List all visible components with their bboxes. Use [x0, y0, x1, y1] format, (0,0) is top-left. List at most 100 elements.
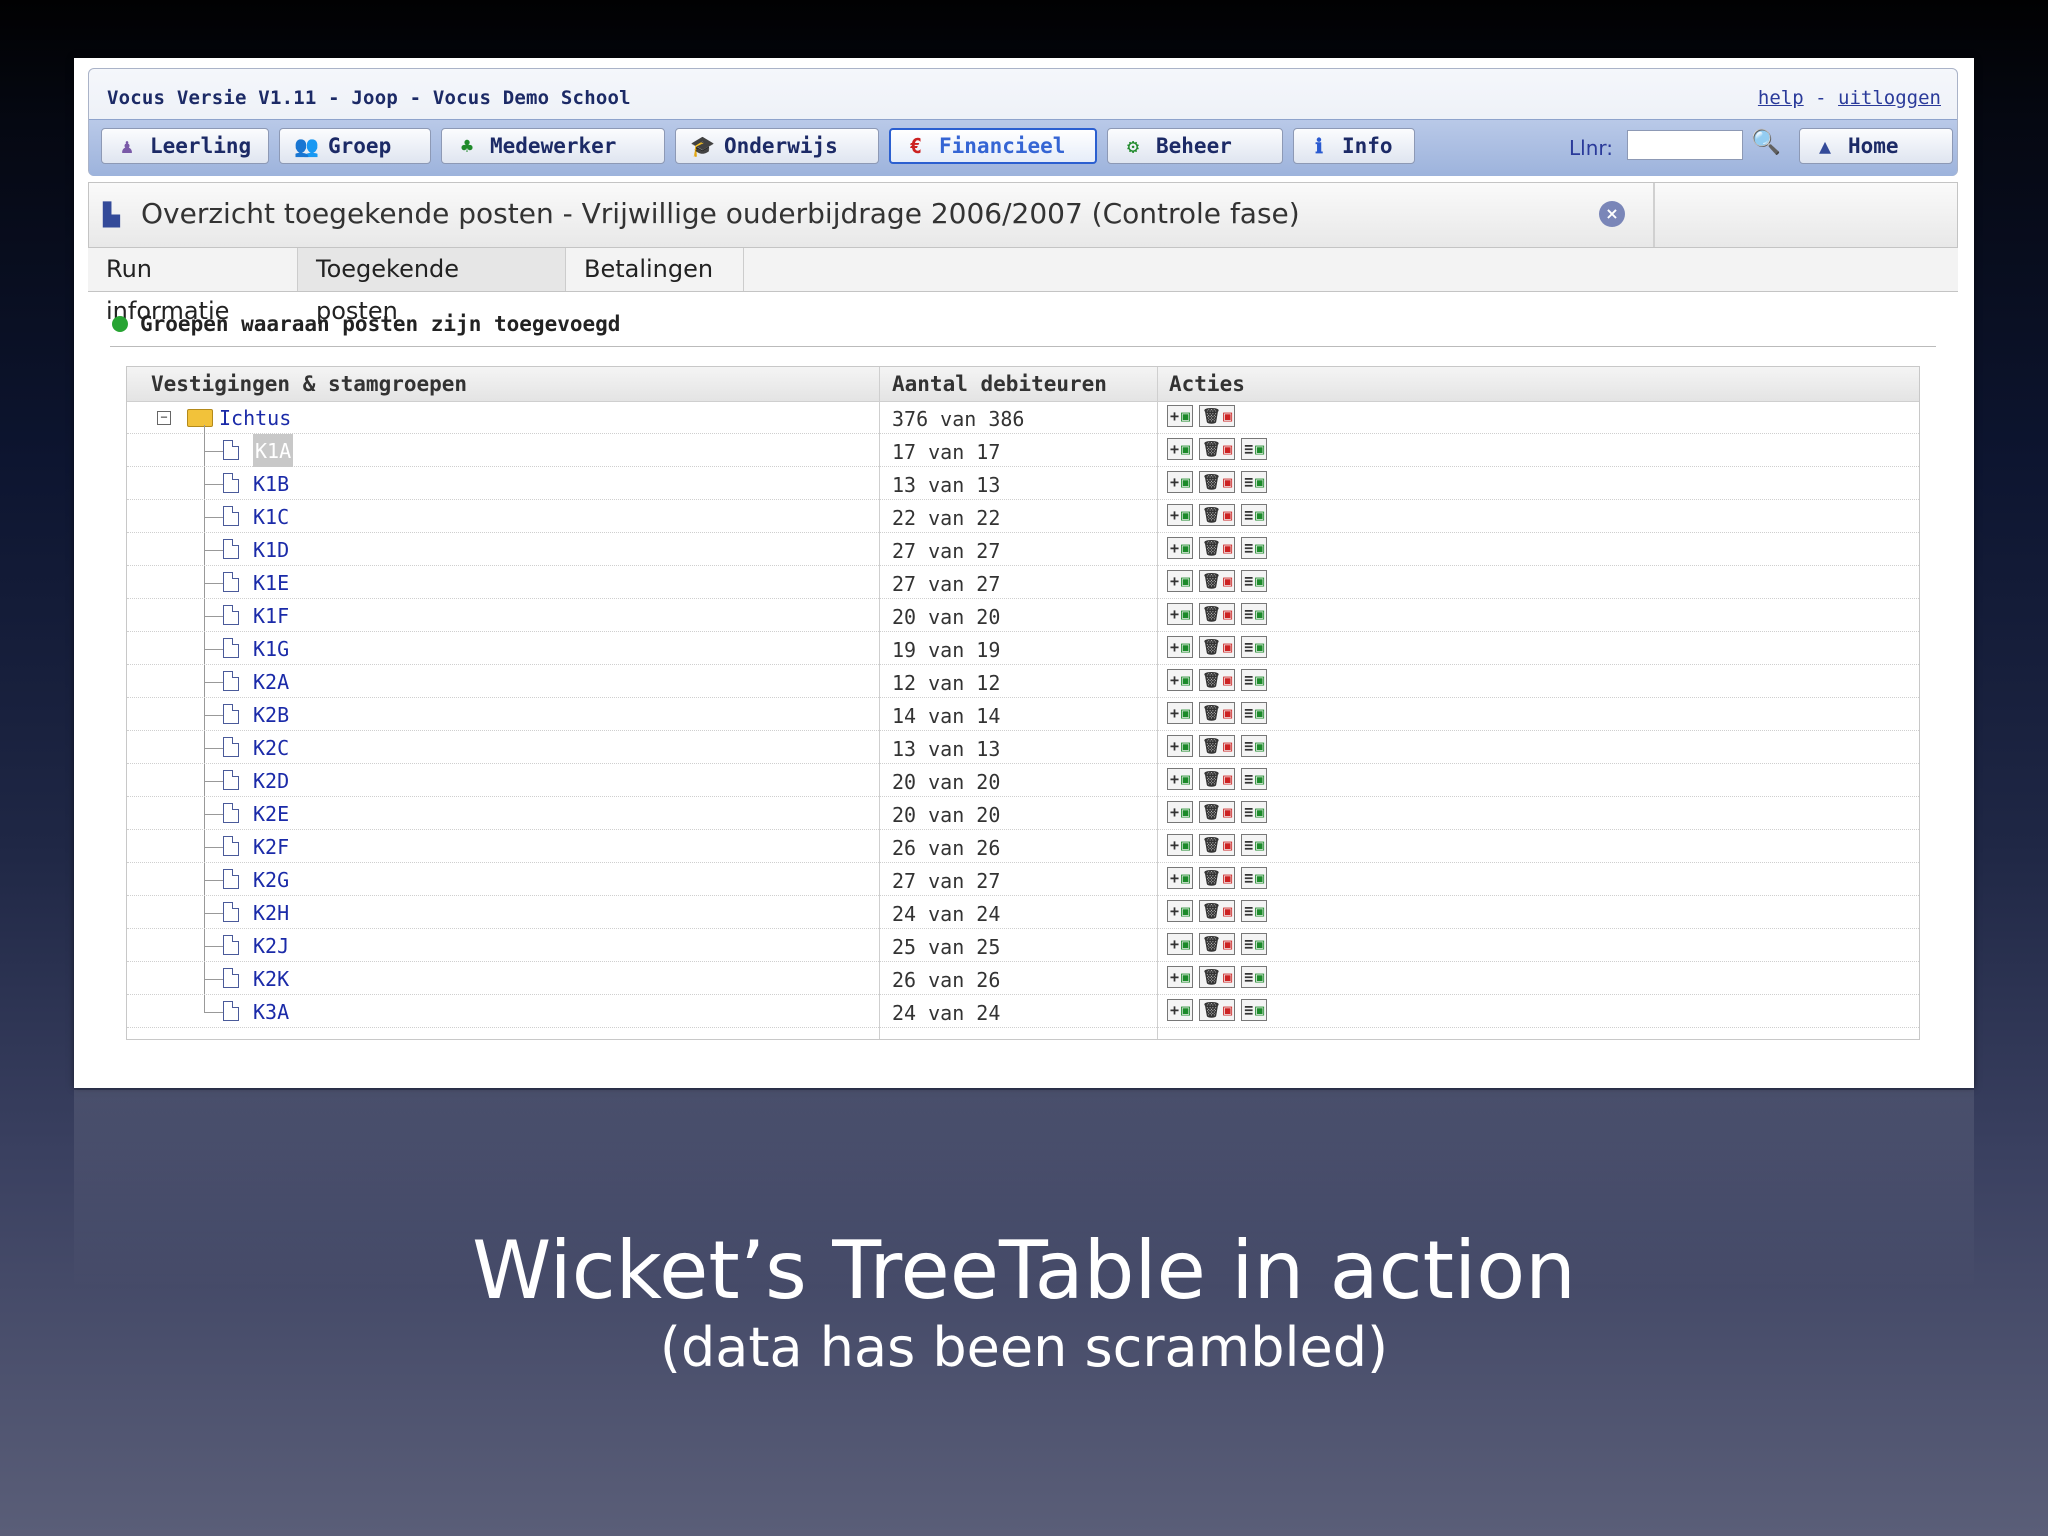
llnr-input[interactable]: [1627, 130, 1743, 160]
details-icon[interactable]: ≡ ▣: [1241, 768, 1268, 790]
tree-node-label[interactable]: K1C: [253, 500, 289, 533]
delete-post-icon[interactable]: 🗑 ▣: [1199, 966, 1236, 988]
tree-node-label[interactable]: K1E: [253, 566, 289, 599]
add-post-icon[interactable]: + ▣: [1167, 669, 1194, 691]
table-row[interactable]: K2K 26 van 26 + ▣ 🗑 ▣ ≡ ▣: [127, 962, 1919, 995]
delete-post-icon[interactable]: 🗑 ▣: [1199, 405, 1236, 427]
delete-post-icon[interactable]: 🗑 ▣: [1199, 933, 1236, 955]
delete-post-icon[interactable]: 🗑 ▣: [1199, 702, 1236, 724]
delete-post-icon[interactable]: 🗑 ▣: [1199, 636, 1236, 658]
add-post-icon[interactable]: + ▣: [1167, 735, 1194, 757]
column-header-vestigingen[interactable]: Vestigingen & stamgroepen: [141, 367, 467, 401]
add-post-icon[interactable]: + ▣: [1167, 405, 1194, 427]
collapse-icon[interactable]: −: [157, 411, 171, 425]
details-icon[interactable]: ≡ ▣: [1241, 801, 1268, 823]
table-row[interactable]: K1D 27 van 27 + ▣ 🗑 ▣ ≡ ▣: [127, 533, 1919, 566]
add-post-icon[interactable]: + ▣: [1167, 504, 1194, 526]
nav-leerling-button[interactable]: ♟ Leerling: [101, 128, 269, 164]
table-row[interactable]: − Ichtus 376 van 386 + ▣ 🗑 ▣: [127, 401, 1919, 434]
table-row[interactable]: K2E 20 van 20 + ▣ 🗑 ▣ ≡ ▣: [127, 797, 1919, 830]
details-icon[interactable]: ≡ ▣: [1241, 702, 1268, 724]
details-icon[interactable]: ≡ ▣: [1241, 504, 1268, 526]
table-row[interactable]: K1F 20 van 20 + ▣ 🗑 ▣ ≡ ▣: [127, 599, 1919, 632]
tree-node-label[interactable]: K1G: [253, 632, 289, 665]
details-icon[interactable]: ≡ ▣: [1241, 867, 1268, 889]
table-row[interactable]: K2G 27 van 27 + ▣ 🗑 ▣ ≡ ▣: [127, 863, 1919, 896]
delete-post-icon[interactable]: 🗑 ▣: [1199, 801, 1236, 823]
nav-groep-button[interactable]: 👥 Groep: [279, 128, 431, 164]
tab-run-informatie[interactable]: Run informatie: [88, 248, 298, 325]
details-icon[interactable]: ≡ ▣: [1241, 537, 1268, 559]
table-row[interactable]: K2H 24 van 24 + ▣ 🗑 ▣ ≡ ▣: [127, 896, 1919, 929]
add-post-icon[interactable]: + ▣: [1167, 537, 1194, 559]
nav-info-button[interactable]: ℹ Info: [1293, 128, 1415, 164]
details-icon[interactable]: ≡ ▣: [1241, 471, 1268, 493]
tree-node-label[interactable]: K2F: [253, 830, 289, 863]
add-post-icon[interactable]: + ▣: [1167, 867, 1194, 889]
details-icon[interactable]: ≡ ▣: [1241, 636, 1268, 658]
add-post-icon[interactable]: + ▣: [1167, 834, 1194, 856]
delete-post-icon[interactable]: 🗑 ▣: [1199, 537, 1236, 559]
tree-node-label[interactable]: K2A: [253, 665, 289, 698]
add-post-icon[interactable]: + ▣: [1167, 801, 1194, 823]
table-row[interactable]: K2C 13 van 13 + ▣ 🗑 ▣ ≡ ▣: [127, 731, 1919, 764]
delete-post-icon[interactable]: 🗑 ▣: [1199, 735, 1236, 757]
table-row[interactable]: K1A 17 van 17 + ▣ 🗑 ▣ ≡ ▣: [127, 434, 1919, 467]
add-post-icon[interactable]: + ▣: [1167, 471, 1194, 493]
tree-node-label[interactable]: K2G: [253, 863, 289, 896]
tree-node-label[interactable]: K1D: [253, 533, 289, 566]
column-header-aantal[interactable]: Aantal debiteuren: [882, 367, 1107, 401]
details-icon[interactable]: ≡ ▣: [1241, 900, 1268, 922]
add-post-icon[interactable]: + ▣: [1167, 933, 1194, 955]
table-row[interactable]: K1B 13 van 13 + ▣ 🗑 ▣ ≡ ▣: [127, 467, 1919, 500]
delete-post-icon[interactable]: 🗑 ▣: [1199, 867, 1236, 889]
table-row[interactable]: K1E 27 van 27 + ▣ 🗑 ▣ ≡ ▣: [127, 566, 1919, 599]
details-icon[interactable]: ≡ ▣: [1241, 603, 1268, 625]
details-icon[interactable]: ≡ ▣: [1241, 570, 1268, 592]
details-icon[interactable]: ≡ ▣: [1241, 966, 1268, 988]
tree-node-label[interactable]: K1B: [253, 467, 289, 500]
nav-medewerker-button[interactable]: ♣ Medewerker: [441, 128, 665, 164]
details-icon[interactable]: ≡ ▣: [1241, 933, 1268, 955]
delete-post-icon[interactable]: 🗑 ▣: [1199, 570, 1236, 592]
add-post-icon[interactable]: + ▣: [1167, 702, 1194, 724]
add-post-icon[interactable]: + ▣: [1167, 966, 1194, 988]
add-post-icon[interactable]: + ▣: [1167, 570, 1194, 592]
tree-node-label[interactable]: K3A: [253, 995, 289, 1028]
table-row[interactable]: K2A 12 van 12 + ▣ 🗑 ▣ ≡ ▣: [127, 665, 1919, 698]
table-row[interactable]: K3A 24 van 24 + ▣ 🗑 ▣ ≡ ▣: [127, 995, 1919, 1028]
table-row[interactable]: K2B 14 van 14 + ▣ 🗑 ▣ ≡ ▣: [127, 698, 1919, 731]
table-row[interactable]: K1C 22 van 22 + ▣ 🗑 ▣ ≡ ▣: [127, 500, 1919, 533]
tree-node-label[interactable]: K2E: [253, 797, 289, 830]
tree-node-label[interactable]: K2D: [253, 764, 289, 797]
nav-onderwijs-button[interactable]: 🎓 Onderwijs: [675, 128, 879, 164]
tree-node-label[interactable]: K1A: [253, 434, 294, 467]
close-icon[interactable]: ×: [1599, 201, 1625, 227]
search-icon[interactable]: 🔍: [1751, 128, 1781, 156]
details-icon[interactable]: ≡ ▣: [1241, 438, 1268, 460]
delete-post-icon[interactable]: 🗑 ▣: [1199, 834, 1236, 856]
tree-node-label[interactable]: K1F: [253, 599, 289, 632]
add-post-icon[interactable]: + ▣: [1167, 768, 1194, 790]
tree-node-label[interactable]: K2K: [253, 962, 289, 995]
help-link[interactable]: help: [1758, 87, 1804, 109]
details-icon[interactable]: ≡ ▣: [1241, 834, 1268, 856]
tree-node-label[interactable]: K2B: [253, 698, 289, 731]
delete-post-icon[interactable]: 🗑 ▣: [1199, 603, 1236, 625]
add-post-icon[interactable]: + ▣: [1167, 900, 1194, 922]
table-row[interactable]: K2J 25 van 25 + ▣ 🗑 ▣ ≡ ▣: [127, 929, 1919, 962]
nav-financieel-button[interactable]: € Financieel: [889, 128, 1097, 164]
tree-node-label[interactable]: K2C: [253, 731, 289, 764]
delete-post-icon[interactable]: 🗑 ▣: [1199, 504, 1236, 526]
add-post-icon[interactable]: + ▣: [1167, 999, 1194, 1021]
delete-post-icon[interactable]: 🗑 ▣: [1199, 669, 1236, 691]
table-row[interactable]: K2D 20 van 20 + ▣ 🗑 ▣ ≡ ▣: [127, 764, 1919, 797]
details-icon[interactable]: ≡ ▣: [1241, 735, 1268, 757]
tab-toegekende-posten[interactable]: Toegekende posten: [298, 248, 566, 325]
table-row[interactable]: K2F 26 van 26 + ▣ 🗑 ▣ ≡ ▣: [127, 830, 1919, 863]
table-row[interactable]: K1G 19 van 19 + ▣ 🗑 ▣ ≡ ▣: [127, 632, 1919, 665]
tab-betalingen[interactable]: Betalingen: [566, 248, 744, 291]
delete-post-icon[interactable]: 🗑 ▣: [1199, 768, 1236, 790]
details-icon[interactable]: ≡ ▣: [1241, 669, 1268, 691]
details-icon[interactable]: ≡ ▣: [1241, 999, 1268, 1021]
